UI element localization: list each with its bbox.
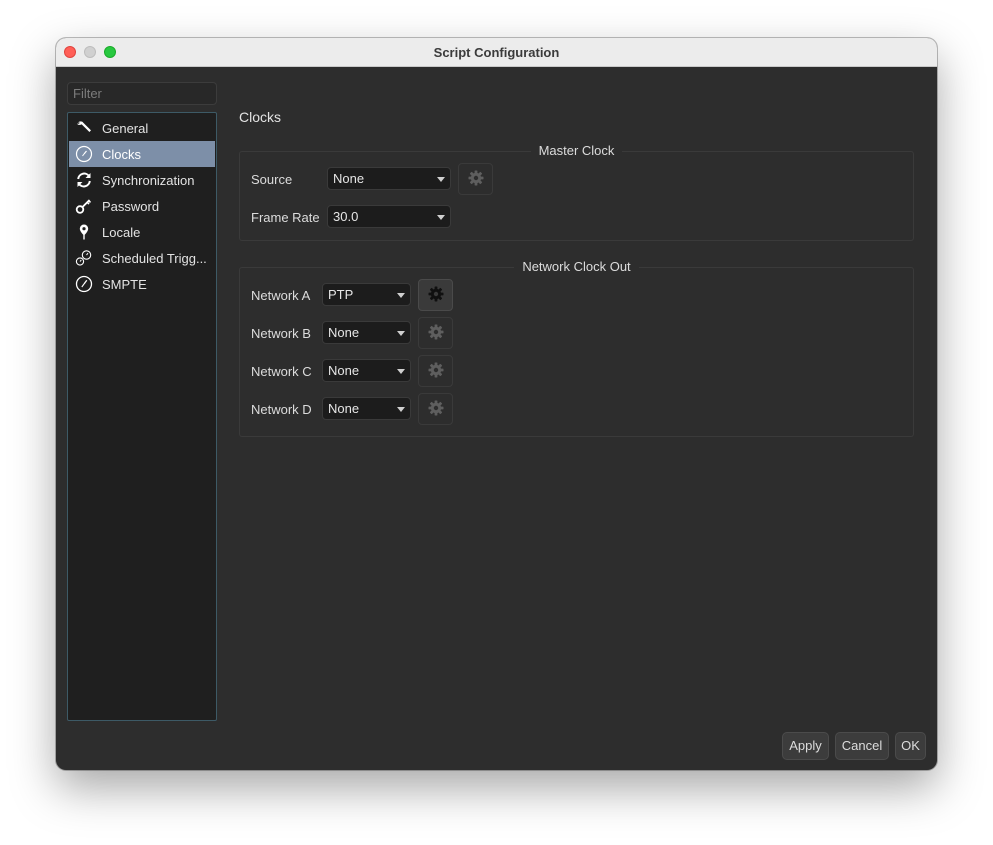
frame-rate-value: 30.0 <box>333 209 359 224</box>
location-pin-icon <box>74 222 94 242</box>
filter-input[interactable] <box>67 82 217 105</box>
clock-icon <box>74 144 94 164</box>
sidebar-item-password[interactable]: Password <box>69 193 215 219</box>
gear-icon <box>427 285 445 306</box>
network-d-settings-button[interactable] <box>418 393 453 425</box>
key-icon <box>74 196 94 216</box>
smpte-clock-icon <box>74 274 94 294</box>
sidebar-item-label: Synchronization <box>102 172 195 188</box>
sidebar-item-label: Clocks <box>102 146 142 162</box>
cancel-button[interactable]: Cancel <box>835 732 889 760</box>
source-select[interactable]: None <box>327 167 451 190</box>
network-a-settings-button[interactable] <box>418 279 453 311</box>
wrench-icon <box>74 118 94 138</box>
window-title: Script Configuration <box>433 45 560 60</box>
page-title: Clocks <box>239 109 282 125</box>
network-b-label: Network B <box>251 326 311 341</box>
network-c-value: None <box>328 363 360 378</box>
network-a-value: PTP <box>328 287 354 302</box>
gear-icon <box>467 169 485 190</box>
network-b-value: None <box>328 325 360 340</box>
network-d-select[interactable]: None <box>322 397 411 420</box>
sync-icon <box>74 170 94 190</box>
network-d-label: Network D <box>251 402 312 417</box>
gear-icon <box>427 323 445 344</box>
source-settings-button[interactable] <box>458 163 493 195</box>
sidebar-item-label: SMPTE <box>102 276 147 292</box>
network-c-label: Network C <box>251 364 312 379</box>
source-label: Source <box>251 172 293 187</box>
gear-icon <box>427 399 445 420</box>
group-title: Master Clock <box>240 143 913 158</box>
frame-rate-label: Frame Rate <box>251 210 320 225</box>
network-d-value: None <box>328 401 360 416</box>
sidebar-item-locale[interactable]: Locale <box>69 219 215 245</box>
sidebar-item-clocks[interactable]: Clocks <box>69 141 215 167</box>
apply-button[interactable]: Apply <box>782 732 829 760</box>
sidebar-item-label: Scheduled Trigg... <box>102 250 207 266</box>
chevron-down-icon <box>397 407 405 412</box>
network-a-label: Network A <box>251 288 311 303</box>
chevron-down-icon <box>437 215 445 220</box>
sidebar-item-synchronization[interactable]: Synchronization <box>69 167 215 193</box>
category-list[interactable]: General Clocks Synchronization Password … <box>67 112 217 721</box>
network-clock-out-group: Network Clock Out Network A PTP Network … <box>239 259 914 437</box>
gear-icon <box>427 361 445 382</box>
frame-rate-select[interactable]: 30.0 <box>327 205 451 228</box>
master-clock-group: Master Clock Source None Frame Rate 30.0 <box>239 143 914 241</box>
ok-button[interactable]: OK <box>895 732 926 760</box>
sidebar-item-general[interactable]: General <box>69 115 215 141</box>
network-b-settings-button[interactable] <box>418 317 453 349</box>
sidebar-item-scheduled-triggers[interactable]: Scheduled Trigg... <box>69 245 215 271</box>
sidebar-item-label: Password <box>102 198 160 214</box>
network-b-select[interactable]: None <box>322 321 411 344</box>
sidebar-item-label: Locale <box>102 224 141 240</box>
network-a-select[interactable]: PTP <box>322 283 411 306</box>
source-value: None <box>333 171 365 186</box>
group-title: Network Clock Out <box>240 259 913 274</box>
chevron-down-icon <box>437 177 445 182</box>
chevron-down-icon <box>397 369 405 374</box>
scheduled-trigger-icon <box>74 248 94 268</box>
network-c-select[interactable]: None <box>322 359 411 382</box>
chevron-down-icon <box>397 331 405 336</box>
network-c-settings-button[interactable] <box>418 355 453 387</box>
script-configuration-window: Script Configuration General Clocks Sync… <box>56 38 937 770</box>
title-bar[interactable]: Script Configuration <box>56 38 937 67</box>
sidebar-item-label: General <box>102 120 149 136</box>
chevron-down-icon <box>397 293 405 298</box>
sidebar-item-smpte[interactable]: SMPTE <box>69 271 215 297</box>
